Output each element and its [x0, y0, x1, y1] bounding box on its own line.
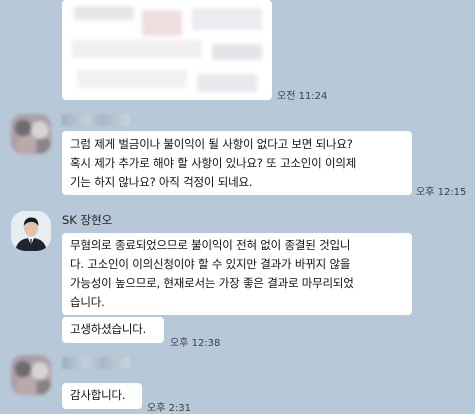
- message-line: 기는 하지 않나요? 아직 걱정이 되네요.: [70, 175, 253, 189]
- avatar[interactable]: [11, 114, 51, 154]
- blurred-content: [74, 6, 134, 20]
- blurred-content: [197, 74, 257, 92]
- sender-name: [62, 357, 130, 369]
- message-time: 오전 11:24: [277, 91, 328, 102]
- message-time: 오후 12:38: [170, 338, 221, 349]
- message-line: 다. 고소인이 이의신청이야 할 수 있지만 결과가 바뀌지 않을: [70, 257, 351, 271]
- sender-name: SK 장현오: [62, 213, 113, 227]
- message-text: 고생하셨습니다.: [70, 322, 147, 336]
- blurred-content: [72, 40, 202, 58]
- sender-name: [62, 114, 130, 126]
- avatar[interactable]: [11, 355, 51, 395]
- message-time: 오후 2:31: [147, 403, 192, 414]
- message-line: 혹시 제가 추가로 해야 할 사항이 있나요? 또 고소인이 이의제: [70, 156, 357, 170]
- message-bubble: 그럼 제게 벌금이나 불이익이 될 사항이 없다고 보면 되나요? 혹시 제가 …: [62, 131, 412, 195]
- blurred-content: [212, 44, 262, 60]
- message-bubble: 고생하셨습니다.: [62, 317, 164, 343]
- blurred-content: [142, 10, 182, 36]
- message-line: 무혐의로 종료되었으므로 불이익이 전혀 없이 종결된 것입니: [70, 238, 351, 252]
- message-line: 가능성이 높으므로, 현재로서는 가장 좋은 결과로 마무리되었: [70, 276, 354, 290]
- blurred-content: [77, 70, 187, 88]
- image-attachment[interactable]: [62, 0, 272, 100]
- message-bubble: 감사합니다.: [62, 383, 142, 409]
- message-bubble: 무혐의로 종료되었으므로 불이익이 전혀 없이 종결된 것입니 다. 고소인이 …: [62, 233, 412, 315]
- message-line: 습니다.: [70, 295, 105, 309]
- blurred-content: [192, 8, 262, 30]
- person-avatar-icon[interactable]: [11, 211, 51, 251]
- message-time: 오후 12:15: [416, 187, 467, 198]
- message-line: 그럼 제게 벌금이나 불이익이 될 사항이 없다고 보면 되나요?: [70, 137, 353, 151]
- message-text: 감사합니다.: [70, 388, 126, 402]
